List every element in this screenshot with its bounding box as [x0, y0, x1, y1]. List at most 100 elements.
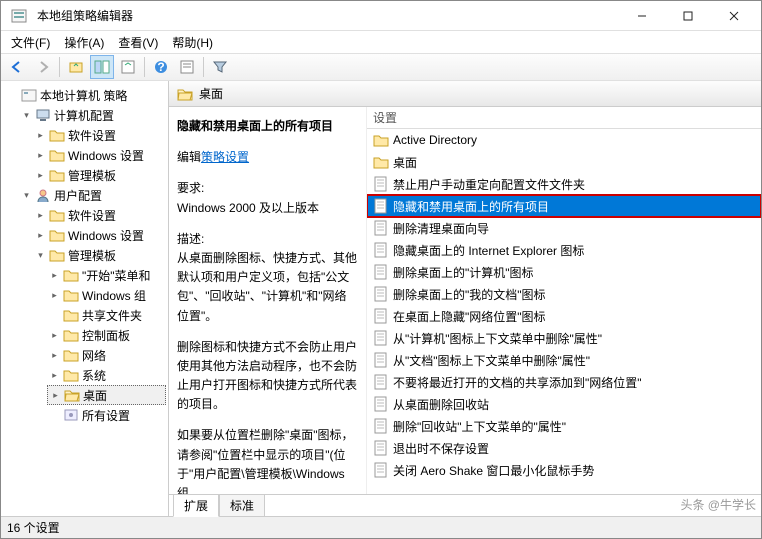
settings-row[interactable]: 删除清理桌面向导 [367, 217, 761, 239]
policy-item-icon [373, 176, 389, 192]
settings-row[interactable]: 从"计算机"图标上下文菜单中删除"属性" [367, 327, 761, 349]
settings-row[interactable]: 桌面 [367, 151, 761, 173]
computer-icon [35, 108, 51, 122]
show-hide-tree-button[interactable] [90, 55, 114, 79]
app-icon [11, 8, 27, 24]
settings-row[interactable]: 隐藏桌面上的 Internet Explorer 图标 [367, 239, 761, 261]
tree-label: 软件设置 [68, 207, 116, 224]
menu-action[interactable]: 操作(A) [58, 32, 110, 53]
chevron-right-icon: ▸ [49, 350, 60, 361]
tab-extended[interactable]: 扩展 [173, 495, 219, 517]
folder-icon [49, 208, 65, 222]
settings-row[interactable]: Active Directory [367, 129, 761, 151]
close-button[interactable] [711, 1, 757, 31]
tree-item[interactable]: ▸ Windows 组 [47, 285, 166, 305]
tree-label: 管理模板 [68, 167, 116, 184]
tree-item[interactable]: 共享文件夹 [47, 305, 166, 325]
policy-item-icon [373, 418, 389, 434]
tree-item[interactable]: ▸ Windows 设置 [33, 225, 166, 245]
chevron-down-icon [7, 90, 18, 101]
folder-icon [49, 128, 65, 142]
tree-item[interactable]: ▾管理模板 [33, 245, 166, 265]
tree-item[interactable]: 所有设置 [47, 405, 166, 425]
tree-item-desktop[interactable]: ▸桌面 [47, 385, 166, 405]
tree-label: 网络 [82, 347, 106, 364]
requirements-value: Windows 2000 及以上版本 [177, 199, 358, 218]
properties-button[interactable] [175, 55, 199, 79]
description-text: 如果要从位置栏删除"桌面"图标，请参阅"位置栏中显示的项目"(位于"用户配置\管… [177, 426, 358, 494]
tree-label: 控制面板 [82, 327, 130, 344]
settings-row[interactable]: 从桌面删除回收站 [367, 393, 761, 415]
tree-item[interactable]: ▸管理模板 [33, 165, 166, 185]
settings-row[interactable]: 在桌面上隐藏"网络位置"图标 [367, 305, 761, 327]
folder-icon [49, 168, 65, 182]
settings-row-label: 隐藏桌面上的 Internet Explorer 图标 [393, 242, 584, 259]
policy-item-icon [373, 330, 389, 346]
forward-button[interactable] [31, 55, 55, 79]
settings-row[interactable]: 退出时不保存设置 [367, 437, 761, 459]
settings-row[interactable]: 从"文档"图标上下文菜单中删除"属性" [367, 349, 761, 371]
tab-standard[interactable]: 标准 [219, 495, 265, 517]
policy-item-icon [373, 308, 389, 324]
tree-item[interactable]: ▸控制面板 [47, 325, 166, 345]
chevron-right-icon: ▸ [35, 230, 46, 241]
policy-item-icon [373, 440, 389, 456]
status-bar: 16 个设置 [1, 516, 761, 538]
folder-icon [49, 148, 65, 162]
tree-item[interactable]: ▸Windows 设置 [33, 145, 166, 165]
menu-help[interactable]: 帮助(H) [166, 32, 219, 53]
settings-row[interactable]: 禁止用户手动重定向配置文件文件夹 [367, 173, 761, 195]
chevron-right-icon: ▸ [35, 130, 46, 141]
menu-view[interactable]: 查看(V) [112, 32, 164, 53]
menu-file[interactable]: 文件(F) [5, 32, 56, 53]
tree-item[interactable]: ▸"开始"菜单和 [47, 265, 166, 285]
folder-icon [49, 248, 65, 262]
requirements-label: 要求: [177, 179, 358, 198]
window-title: 本地组策略编辑器 [33, 7, 619, 24]
settings-list[interactable]: Active Directory 桌面禁止用户手动重定向配置文件文件夹隐藏和禁用桌… [367, 129, 761, 494]
settings-row[interactable]: 隐藏和禁用桌面上的所有项目 [367, 195, 761, 217]
toolbar: ? [1, 53, 761, 81]
policy-item-icon [373, 374, 389, 390]
settings-row-label: 桌面 [393, 154, 417, 171]
chevron-right-icon: ▸ [49, 290, 60, 301]
settings-row-label: 关闭 Aero Shake 窗口最小化鼠标手势 [393, 462, 594, 479]
tree-item[interactable]: ▸软件设置 [33, 125, 166, 145]
policy-item-icon [373, 352, 389, 368]
settings-row[interactable]: 删除"回收站"上下文菜单的"属性" [367, 415, 761, 437]
settings-row[interactable]: 删除桌面上的"我的文档"图标 [367, 283, 761, 305]
tree-item[interactable]: ▸软件设置 [33, 205, 166, 225]
tree-pane[interactable]: 本地计算机 策略 ▾ 计算机配置 ▸软件设置 ▸Windows 设置 [1, 81, 169, 516]
detail-header-title: 桌面 [199, 85, 223, 102]
detail-header: 桌面 [169, 81, 761, 107]
filter-button[interactable] [208, 55, 232, 79]
settings-row-label: 退出时不保存设置 [393, 440, 489, 457]
settings-row[interactable]: 关闭 Aero Shake 窗口最小化鼠标手势 [367, 459, 761, 481]
chevron-right-icon: ▸ [35, 150, 46, 161]
policy-item-icon [373, 286, 389, 302]
user-icon [35, 188, 51, 202]
tree-user-config[interactable]: ▾ 用户配置 [19, 185, 166, 205]
maximize-button[interactable] [665, 1, 711, 31]
minimize-button[interactable] [619, 1, 665, 31]
tree-label: Windows 组 [82, 287, 146, 304]
settings-column-header[interactable]: 设置 [367, 107, 761, 129]
description-text: 从桌面删除图标、快捷方式、其他默认项和用户定义项，包括"公文包"、"回收站"、"… [177, 249, 358, 326]
back-button[interactable] [5, 55, 29, 79]
tree-item[interactable]: ▸系统 [47, 365, 166, 385]
tree-root[interactable]: 本地计算机 策略 [5, 85, 166, 105]
settings-row-label: 删除"回收站"上下文菜单的"属性" [393, 418, 566, 435]
tree-computer-config[interactable]: ▾ 计算机配置 [19, 105, 166, 125]
settings-row-label: 删除清理桌面向导 [393, 220, 489, 237]
folder-icon [63, 288, 79, 302]
policy-setting-link[interactable]: 策略设置 [201, 150, 249, 164]
export-list-button[interactable] [116, 55, 140, 79]
tree-item[interactable]: ▸ 网络 [47, 345, 166, 365]
settings-row[interactable]: 不要将最近打开的文档的共享添加到"网络位置" [367, 371, 761, 393]
policy-item-icon [373, 264, 389, 280]
tree-label: Windows 设置 [68, 227, 144, 244]
up-button[interactable] [64, 55, 88, 79]
help-button[interactable]: ? [149, 55, 173, 79]
settings-row[interactable]: 删除桌面上的"计算机"图标 [367, 261, 761, 283]
chevron-down-icon: ▾ [35, 250, 46, 261]
